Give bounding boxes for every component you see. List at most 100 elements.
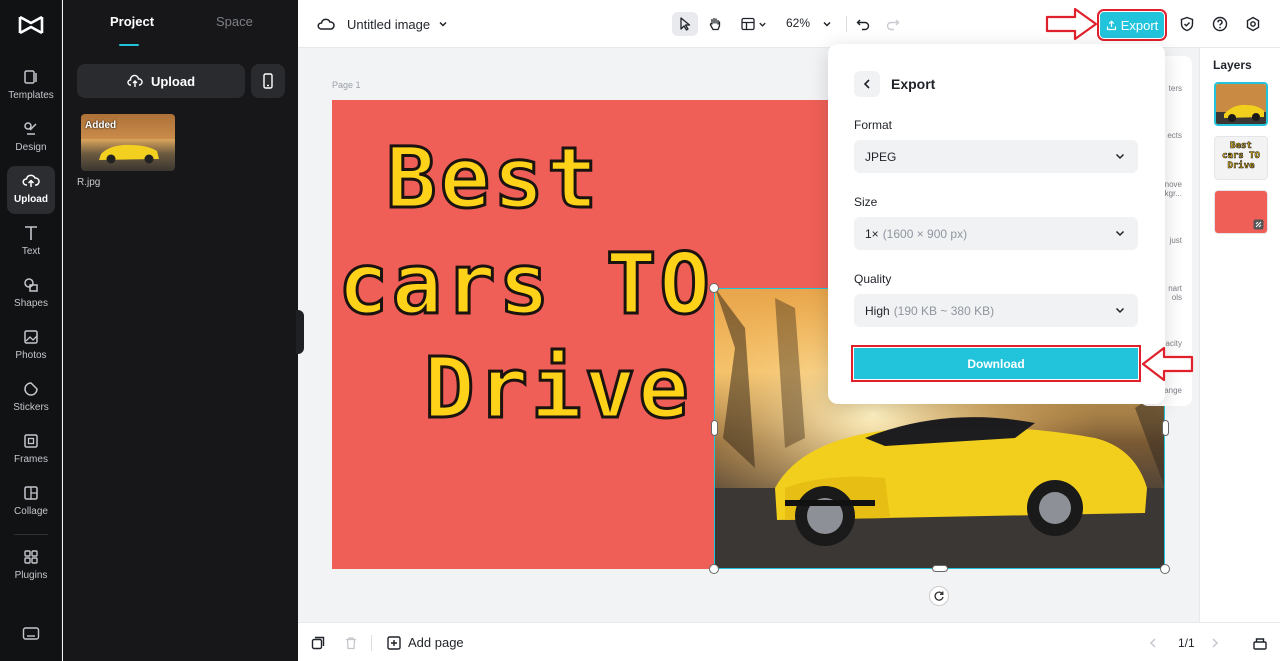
zoom-level[interactable]: 62%: [786, 16, 810, 30]
add-page-icon: [387, 635, 401, 650]
annotation-arrow-export: [1045, 7, 1098, 41]
top-bar: Untitled image 62% Export: [298, 0, 1280, 48]
tab-space[interactable]: Space: [216, 14, 253, 29]
rail-item-plugins[interactable]: Plugins: [7, 542, 55, 590]
select-tool-button[interactable]: [672, 12, 698, 36]
layer-headline-text[interactable]: Best cars TO Drive: [1214, 136, 1268, 180]
left-rail: Templates Design Upload Text Shapes Phot…: [0, 0, 62, 661]
delete-page-button[interactable]: [343, 623, 359, 661]
rail-label: Plugins: [14, 570, 48, 581]
headline-line-3[interactable]: Drive: [423, 345, 692, 432]
rail-item-photos[interactable]: Photos: [7, 322, 55, 370]
background-layer-icon: [1253, 219, 1264, 230]
resize-handle-bottom[interactable]: [932, 565, 948, 572]
zoom-chevron-down-icon[interactable]: [822, 19, 832, 29]
keyboard-shortcuts-icon[interactable]: [22, 626, 40, 642]
resize-handle-left[interactable]: [711, 420, 718, 436]
bottom-bar: Add page 1/1: [298, 622, 1280, 661]
rail-label: Collage: [14, 506, 48, 517]
undo-button[interactable]: [850, 12, 876, 36]
rotate-icon: [934, 591, 944, 601]
layers-title: Layers: [1213, 58, 1252, 72]
add-page-button[interactable]: Add page: [386, 623, 464, 661]
resize-handle-top-left[interactable]: [709, 283, 719, 293]
rail-label: Design: [15, 142, 47, 153]
tab-project[interactable]: Project: [110, 14, 154, 29]
format-select[interactable]: JPEG: [854, 140, 1138, 173]
collage-icon: [24, 486, 38, 500]
project-panel: Project Space Upload Added R.jpg: [63, 0, 298, 661]
cloud-sync-status[interactable]: [317, 0, 335, 48]
rail-label: Shapes: [14, 298, 48, 309]
resize-handle-bottom-right[interactable]: [1160, 564, 1170, 574]
hand-tool-button[interactable]: [702, 12, 728, 36]
chevron-left-icon: [1149, 637, 1156, 648]
rail-divider: [14, 534, 48, 535]
plugins-icon: [24, 550, 38, 564]
chevron-right-icon: [1212, 637, 1219, 648]
rail-item-collage[interactable]: Collage: [7, 478, 55, 526]
redo-button[interactable]: [880, 12, 906, 36]
upload-icon: [22, 174, 40, 187]
quality-detail: (190 KB ~ 380 KB): [893, 303, 995, 318]
mobile-upload-button[interactable]: [251, 64, 285, 98]
layer-thumbnail-text: Best cars TO Drive: [1222, 141, 1261, 172]
rotate-handle[interactable]: [929, 586, 949, 606]
annotation-arrow-download: [1141, 346, 1194, 382]
document-title-menu[interactable]: Untitled image: [347, 0, 448, 48]
rail-label: Templates: [8, 90, 54, 101]
panel-collapse-handle[interactable]: [296, 310, 304, 354]
upload-button[interactable]: Upload: [77, 64, 245, 98]
rail-label: Photos: [15, 350, 47, 361]
undo-icon: [856, 19, 870, 31]
rail-item-stickers[interactable]: Stickers: [7, 374, 55, 422]
tool-label-filters[interactable]: ters: [1169, 84, 1182, 93]
toolbar-divider: [846, 16, 847, 32]
phone-icon: [263, 73, 273, 89]
rail-item-shapes[interactable]: Shapes: [7, 270, 55, 318]
rail-item-frames[interactable]: Frames: [7, 426, 55, 474]
rail-item-templates[interactable]: Templates: [7, 62, 55, 110]
next-page-button[interactable]: [1210, 623, 1220, 661]
security-button[interactable]: [1174, 12, 1200, 36]
help-button[interactable]: [1207, 12, 1233, 36]
resize-handle-right[interactable]: [1162, 420, 1169, 436]
settings-button[interactable]: [1240, 12, 1266, 36]
headline-line-2[interactable]: cars TO: [336, 241, 713, 328]
add-page-label: Add page: [408, 635, 464, 650]
rail-item-upload[interactable]: Upload: [7, 166, 55, 214]
photos-icon: [24, 330, 38, 344]
layer-background[interactable]: [1214, 190, 1268, 234]
layer-car-photo[interactable]: [1214, 82, 1268, 126]
capcut-logo-icon: [18, 15, 44, 35]
duplicate-icon: [311, 636, 325, 649]
size-detail: (1600 × 900 px): [882, 226, 968, 241]
headline-line-1[interactable]: Best: [384, 135, 600, 222]
uploaded-file-thumbnail[interactable]: Added: [81, 114, 175, 171]
pointer-icon: [680, 17, 691, 31]
format-label: Format: [854, 118, 893, 132]
tool-label-arrange[interactable]: ange: [1164, 386, 1182, 395]
tool-label-remove-background[interactable]: nove kgr...: [1165, 180, 1182, 198]
tool-label-effects[interactable]: ects: [1167, 131, 1182, 140]
layer-thumbnail-car: [1216, 84, 1266, 124]
quality-select[interactable]: High (190 KB ~ 380 KB): [854, 294, 1138, 327]
download-button[interactable]: Download: [851, 345, 1141, 382]
prev-page-button[interactable]: [1148, 623, 1158, 661]
export-button[interactable]: Export: [1097, 9, 1167, 41]
rail-item-design[interactable]: Design: [7, 114, 55, 162]
trash-icon: [346, 636, 356, 649]
page-manager-button[interactable]: [1252, 623, 1268, 661]
layout-menu-button[interactable]: [736, 12, 770, 36]
rail-item-text[interactable]: Text: [7, 218, 55, 266]
pages-icon: [1253, 637, 1267, 650]
size-select[interactable]: 1× (1600 × 900 px): [854, 217, 1138, 250]
export-button-label: Export: [1120, 17, 1159, 33]
back-button[interactable]: [854, 71, 880, 97]
quality-value: High: [865, 303, 890, 318]
page-indicator: 1/1: [1178, 635, 1195, 650]
tool-label-adjust[interactable]: just: [1170, 236, 1182, 245]
duplicate-page-button[interactable]: [310, 623, 326, 661]
resize-handle-bottom-left[interactable]: [709, 564, 719, 574]
tool-label-smart-tools[interactable]: nart ols: [1168, 284, 1182, 302]
